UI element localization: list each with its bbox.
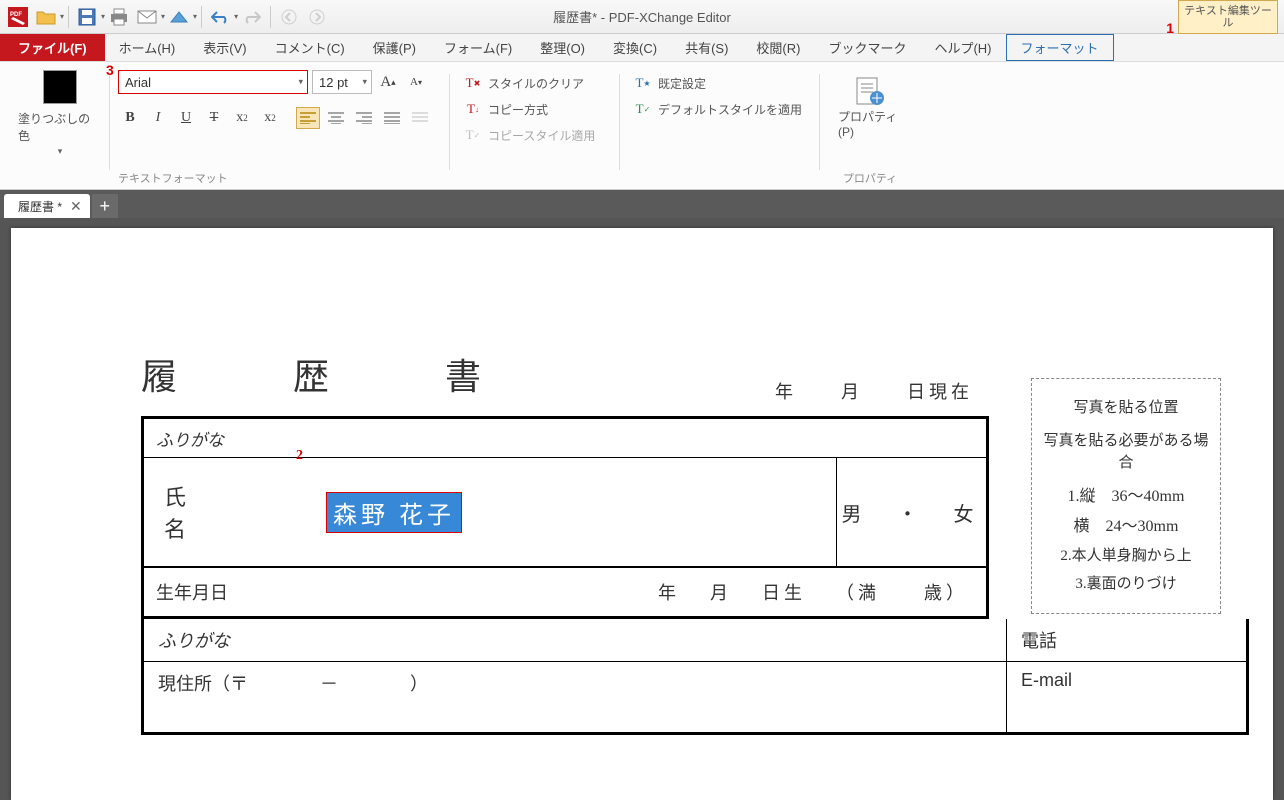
copy-method-button[interactable]: T↓コピー方式 [458,96,554,122]
app-title: 履歴書* - PDF-XChange Editor [553,7,731,26]
callout-2: 2 [296,448,303,464]
italic-button[interactable]: I [146,106,170,130]
name-label: 氏 名 [144,458,314,566]
app-icon: PDF [5,4,31,30]
undo-button[interactable] [207,4,233,30]
nav-fwd-button[interactable] [304,4,330,30]
font-family-select[interactable]: Arial▾ [118,70,308,94]
menu-protect[interactable]: 保護(P) [359,34,430,61]
font-size-select[interactable]: 12 pt▾ [312,70,372,94]
form-table-upper: ふりがな 氏 名 2 森野 花子 男 ・ 女 生年月日 年月日生 （満 歳） [141,416,989,619]
doc-title: 履 歴 書 [141,348,1173,400]
addr-furigana-label: ふりがな [144,619,1006,657]
group-label-textformat: テキストフォーマット [118,170,228,186]
tab-close-button[interactable]: ✕ [70,198,82,215]
subscript-button[interactable]: x2 [230,106,254,130]
email-label: E-mail [1006,662,1246,732]
default-style-apply-button[interactable]: T✓デフォルトスタイルを適用 [628,96,808,122]
name-value-selected[interactable]: 森野 花子 [326,492,462,533]
address-label: 現住所（〒 － ） [144,662,1006,732]
nav-back-button[interactable] [276,4,302,30]
gender-cell: 男 ・ 女 [836,458,986,566]
menu-file[interactable]: ファイル(F) [0,34,105,61]
save-button[interactable] [74,4,100,30]
birth-fields: 年月日生 （満 歳） [314,568,986,616]
align-distribute-button[interactable] [408,107,432,129]
mail-button[interactable] [134,4,160,30]
open-button[interactable] [33,4,59,30]
document-tab-bar: 履歴書 * ✕ + [0,190,1284,218]
shrink-font-button[interactable]: A▾ [404,70,428,94]
scan-button[interactable] [166,4,192,30]
svg-text:PDF: PDF [10,12,22,18]
align-right-button[interactable] [352,107,376,129]
menu-help[interactable]: ヘルプ(H) [920,34,1005,61]
ribbon: 3 塗りつぶしの色 ▾ Arial▾ 12 pt▾ A▴ A▾ B I U T … [0,62,1284,190]
fill-color-label: 塗りつぶしの色 [18,110,102,144]
birth-label: 生年月日 [144,568,314,616]
menu-bar: ファイル(F) ホーム(H) 表示(V) コメント(C) 保護(P) フォーム(… [0,34,1284,62]
superscript-button[interactable]: x2 [258,106,282,130]
print-button[interactable] [106,4,132,30]
redo-button[interactable] [239,4,265,30]
tab-label: 履歴書 * [18,198,62,215]
fill-color-swatch[interactable] [43,70,77,104]
furigana-label: ふりがな [144,419,836,457]
group-label-properties: プロパティ [843,170,897,186]
date-row: 年 月 日現在 [775,378,973,404]
default-setting-button[interactable]: T★既定設定 [628,70,712,96]
new-tab-button[interactable]: + [92,194,118,218]
menu-convert[interactable]: 変換(C) [599,34,671,61]
menu-bookmark[interactable]: ブックマーク [814,34,920,61]
menu-home[interactable]: ホーム(H) [105,34,190,61]
callout-1: 1 [1166,20,1174,36]
menu-organize[interactable]: 整理(O) [526,34,599,61]
properties-button[interactable]: プロパティ(P) [828,70,912,143]
menu-format[interactable]: フォーマット [1006,34,1114,61]
form-table-lower: ふりがな 電話 現住所（〒 － ） E-mail [141,619,1249,735]
menu-review[interactable]: 校閲(R) [742,34,814,61]
phone-label: 電話 [1006,619,1246,661]
align-center-button[interactable] [324,107,348,129]
align-left-button[interactable] [296,107,320,129]
bold-button[interactable]: B [118,106,142,130]
strike-button[interactable]: T [202,106,226,130]
menu-form[interactable]: フォーム(F) [430,34,526,61]
document-canvas[interactable]: 履 歴 書 年 月 日現在 写真を貼る位置 写真を貼る必要がある場合 1.縦 3… [0,218,1284,800]
callout-3: 3 [106,62,114,78]
align-justify-button[interactable] [380,107,404,129]
menu-view[interactable]: 表示(V) [189,34,260,61]
photo-placeholder: 写真を貼る位置 写真を貼る必要がある場合 1.縦 36～40mm 横 24～30… [1031,378,1221,614]
copy-style-apply-button[interactable]: T✓コピースタイル適用 [458,122,601,148]
grow-font-button[interactable]: A▴ [376,70,400,94]
document-tab[interactable]: 履歴書 * ✕ [4,194,90,218]
style-clear-button[interactable]: T✖スタイルのクリア [458,70,590,96]
page: 履 歴 書 年 月 日現在 写真を貼る位置 写真を貼る必要がある場合 1.縦 3… [11,228,1273,800]
menu-comment[interactable]: コメント(C) [261,34,359,61]
menu-share[interactable]: 共有(S) [671,34,742,61]
underline-button[interactable]: U [174,106,198,130]
quick-access-toolbar: PDF ▾ ▾ ▾ ▾ ▾ 履歴書* - PDF-XChange Editor … [0,0,1284,34]
text-edit-tool-box: テキスト編集ツール [1178,0,1278,34]
